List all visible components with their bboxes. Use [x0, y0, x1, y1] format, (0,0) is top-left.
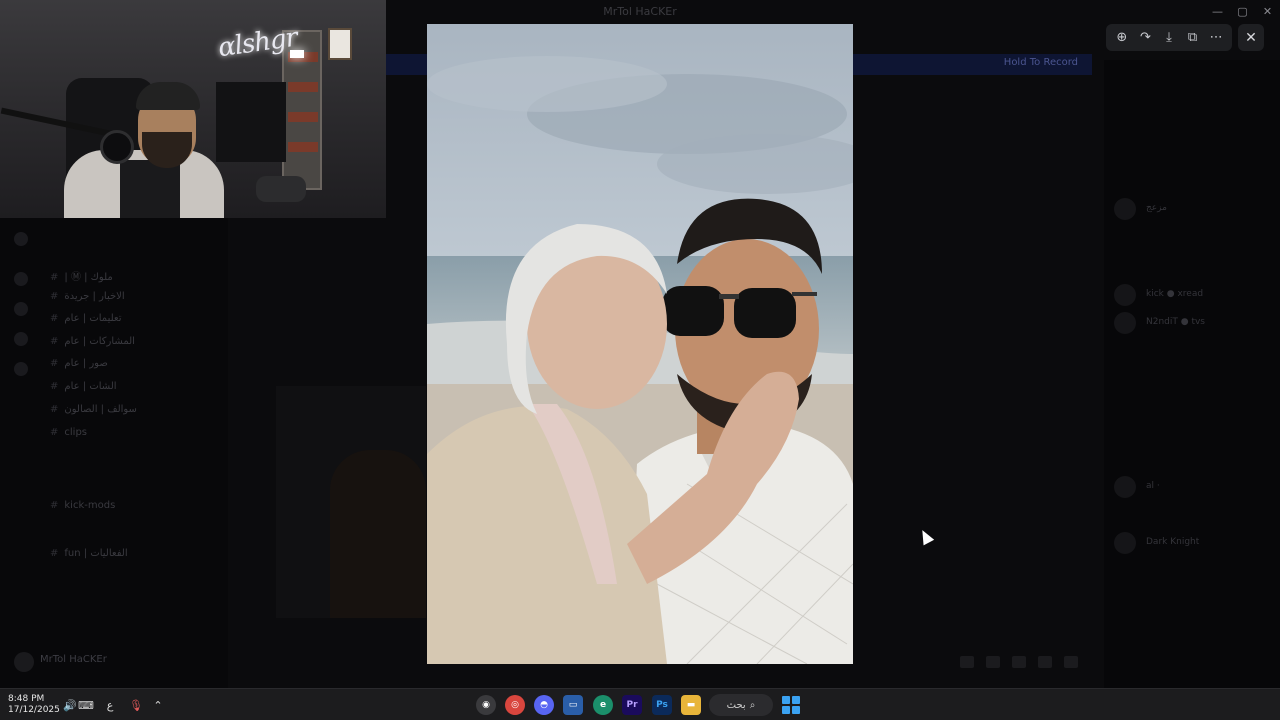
- channel-item[interactable]: # صور | عام: [50, 358, 108, 369]
- banner-button[interactable]: Hold To Record: [1004, 57, 1078, 68]
- discord-app-icon[interactable]: ◓: [534, 695, 554, 715]
- window-controls: — ▢ ✕: [1205, 0, 1280, 22]
- premiere-app-icon[interactable]: Pr: [622, 695, 642, 715]
- server-icon[interactable]: [14, 232, 28, 246]
- file-explorer-icon[interactable]: ▬: [681, 695, 701, 715]
- server-icon[interactable]: [14, 362, 28, 376]
- server-icon[interactable]: [14, 302, 28, 316]
- network-icon[interactable]: ⌨: [78, 697, 94, 713]
- task-view-icon[interactable]: ▭: [563, 695, 583, 715]
- photoshop-app-icon[interactable]: Ps: [652, 695, 672, 715]
- user-name: MrTol HaCKEr: [40, 654, 107, 665]
- avatar: [1114, 198, 1136, 220]
- channel-item[interactable]: # fun | الفعاليات: [50, 548, 128, 559]
- call-control-icon[interactable]: [1012, 656, 1026, 668]
- clock[interactable]: 8:48 PM 17/12/2025: [8, 694, 60, 716]
- channel-item[interactable]: # تعليمات | عام: [50, 313, 122, 324]
- chrome-app-icon[interactable]: ◎: [505, 695, 525, 715]
- channel-item[interactable]: # الاخبار | جريدة: [50, 291, 125, 302]
- call-controls: [960, 656, 1078, 668]
- chevron-up-icon[interactable]: ⌃: [150, 697, 166, 713]
- member-item[interactable]: مزعج: [1114, 198, 1274, 220]
- member-item[interactable]: N2ndiT ● tvs: [1114, 312, 1274, 334]
- close-icon[interactable]: ✕: [1238, 24, 1264, 51]
- avatar: [14, 652, 34, 672]
- call-control-icon[interactable]: [960, 656, 974, 668]
- member-list: مزعج kick ● xread N2ndiT ● tvs al · Dark…: [1104, 60, 1280, 688]
- server-icon[interactable]: [14, 332, 28, 346]
- search-label: بحث: [726, 699, 746, 711]
- member-item[interactable]: Dark Knight: [1114, 532, 1274, 554]
- stream-preview-person: [330, 450, 426, 618]
- zoom-in-icon[interactable]: ⊕: [1111, 27, 1133, 49]
- call-control-icon[interactable]: [1064, 656, 1078, 668]
- more-icon[interactable]: ⋯: [1205, 27, 1227, 49]
- language-indicator[interactable]: ع: [102, 697, 118, 713]
- window-title: MrTol HaCKEr: [603, 4, 677, 18]
- forward-icon[interactable]: ↷: [1134, 27, 1156, 49]
- clock-time: 8:48 PM: [8, 694, 45, 704]
- avatar: [1114, 532, 1136, 554]
- webcam-person-cap: [136, 82, 200, 110]
- webcam-overlay: ɑlshgr: [0, 0, 386, 218]
- maximize-button[interactable]: ▢: [1230, 0, 1255, 22]
- channel-item[interactable]: # المشاركات | عام: [50, 336, 135, 347]
- user-panel[interactable]: MrTol HaCKEr: [14, 648, 224, 680]
- webcam-person-shirt: [120, 160, 180, 218]
- avatar: [1114, 312, 1136, 334]
- channel-item[interactable]: # الشات | عام: [50, 381, 117, 392]
- microphone: [100, 130, 134, 164]
- edge-app-icon[interactable]: e: [593, 695, 613, 715]
- webcam-monitor: [216, 82, 286, 162]
- microphone-icon[interactable]: 🎙: [128, 697, 144, 713]
- channel-item[interactable]: # سوالف | الصالون: [50, 404, 137, 415]
- member-item[interactable]: kick ● xread: [1114, 284, 1274, 306]
- channel-item[interactable]: # clips: [50, 427, 87, 438]
- webcam-lamp: [290, 50, 304, 58]
- beach-selfie-image: [427, 24, 853, 664]
- channel-item[interactable]: # kick-mods: [50, 500, 115, 511]
- call-control-icon[interactable]: [1038, 656, 1052, 668]
- volume-icon[interactable]: 🔊: [62, 697, 78, 713]
- open-external-icon[interactable]: ⧉: [1182, 27, 1204, 49]
- avatar: [1114, 476, 1136, 498]
- obs-app-icon[interactable]: ◉: [476, 695, 496, 715]
- image-viewer-toolbar: ⊕ ↷ ⤓ ⧉ ⋯: [1106, 24, 1232, 51]
- server-rail: [0, 218, 40, 688]
- minimize-button[interactable]: —: [1205, 0, 1230, 22]
- call-control-icon[interactable]: [986, 656, 1000, 668]
- game-controller: [256, 176, 306, 202]
- server-icon[interactable]: [14, 272, 28, 286]
- avatar: [1114, 284, 1136, 306]
- photo-preview[interactable]: [427, 24, 853, 664]
- member-item[interactable]: al ·: [1114, 476, 1274, 498]
- clock-date: 17/12/2025: [8, 705, 60, 715]
- channel-item[interactable]: # | Ⓜ | ملوك: [50, 268, 113, 283]
- start-button[interactable]: [782, 696, 800, 714]
- download-icon[interactable]: ⤓: [1158, 27, 1180, 49]
- window-close-button[interactable]: ✕: [1255, 0, 1280, 22]
- search-box[interactable]: بحث ⌕: [709, 694, 773, 716]
- search-icon: ⌕: [749, 699, 756, 711]
- webcam-frame: [328, 28, 352, 60]
- taskbar: 8:48 PM 17/12/2025 🔊 ⌨ ع 🎙 ⌃ ◉ ◎ ◓ ▭ e P…: [0, 688, 1280, 720]
